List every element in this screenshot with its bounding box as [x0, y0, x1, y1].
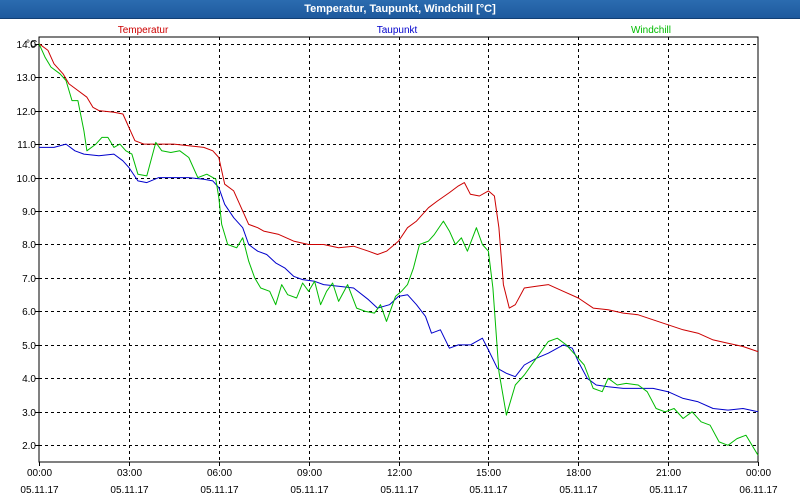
- x-tick-time-label: 09:00: [297, 468, 322, 479]
- y-tick-label: 5.0: [22, 341, 36, 352]
- x-tick-date-label: 05.11.17: [649, 485, 688, 496]
- x-tick-date-label: 05.11.17: [290, 485, 329, 496]
- x-tick-date-label: 05.11.17: [20, 485, 59, 496]
- y-tick-label: 13.0: [17, 73, 37, 84]
- legend-label-windchill: Windchill: [631, 25, 671, 36]
- x-tick-time-label: 06:00: [207, 468, 232, 479]
- y-tick-label: 11.0: [17, 140, 36, 151]
- y-tick-label: 6.0: [22, 307, 36, 318]
- x-tick-date-label: 05.11.17: [380, 485, 419, 496]
- x-tick-time-label: 12:00: [387, 468, 412, 479]
- x-tick-time-label: 00:00: [746, 468, 771, 479]
- x-tick-date-label: 05.11.17: [559, 485, 598, 496]
- x-tick-time-label: 18:00: [566, 468, 591, 479]
- x-tick-time-label: 03:00: [117, 468, 142, 479]
- y-tick-label: 10.0: [17, 174, 37, 185]
- y-tick-label: 7.0: [22, 274, 36, 285]
- y-tick-label: 4.0: [22, 374, 36, 385]
- x-tick-date-label: 05.11.17: [200, 485, 239, 496]
- y-tick-label: 2.0: [22, 441, 36, 452]
- y-tick-label: 9.0: [22, 207, 36, 218]
- x-tick-time-label: 15:00: [476, 468, 501, 479]
- legend-label-temperatur: Temperatur: [118, 25, 169, 36]
- x-tick-date-label: 06.11.17: [739, 485, 778, 496]
- legend-label-taupunkt: Taupunkt: [377, 25, 418, 36]
- y-tick-label: 8.0: [22, 240, 36, 251]
- x-tick-date-label: 05.11.17: [110, 485, 149, 496]
- y-tick-label: 12.0: [17, 107, 37, 118]
- y-tick-label: 3.0: [22, 408, 36, 419]
- x-tick-date-label: 05.11.17: [469, 485, 508, 496]
- line-chart: 2.0 3.0 4.0 5.0 6.0 7.0 8.0 9.0 10.0 11.0 12.0 13.0…: [17, 25, 778, 496]
- window-title: Temperatur, Taupunkt, Windchill [°C]: [0, 0, 800, 19]
- chart-window: Temperatur, Taupunkt, Windchill [°C] 2.0…: [0, 0, 800, 500]
- x-tick-time-label: 00:00: [27, 468, 52, 479]
- y-axis-unit-label: °C: [26, 39, 37, 50]
- x-tick-time-label: 21:00: [656, 468, 681, 479]
